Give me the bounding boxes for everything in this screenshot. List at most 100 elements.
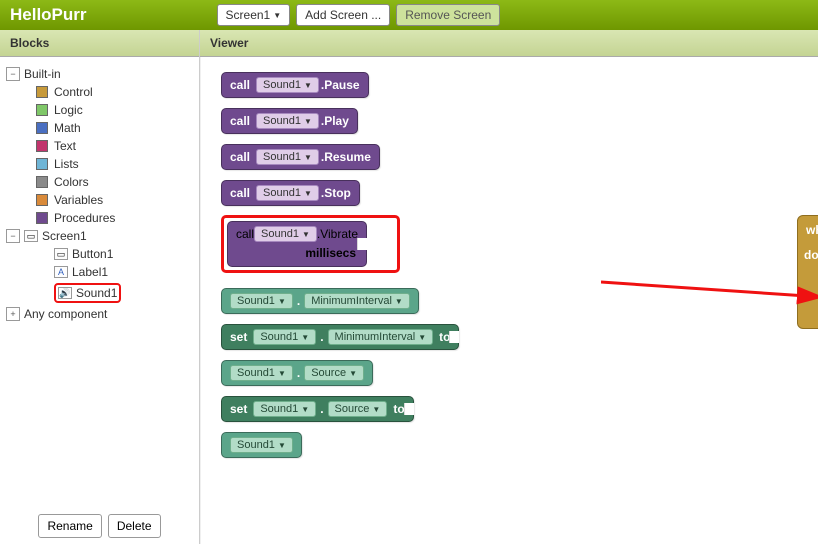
tree-component-label: Sound1	[76, 286, 117, 300]
sound-chip-label: Sound1	[237, 439, 275, 451]
get-source-block[interactable]: Sound1▼ . Source▼	[221, 360, 373, 386]
logic-color-icon	[36, 104, 48, 116]
dot-label: .	[320, 402, 323, 416]
tree-screen-label: Screen1	[42, 229, 87, 243]
sound-dropdown[interactable]: Sound1▼	[230, 437, 293, 453]
screen-selector[interactable]: Screen1 ▼	[217, 4, 291, 26]
set-keyword: set	[230, 402, 247, 416]
call-keyword: call	[230, 114, 250, 128]
tree-item-variables[interactable]: Variables	[6, 191, 193, 209]
caret-down-icon: ▼	[395, 297, 403, 306]
prop-chip-label: MinimumInterval	[335, 331, 416, 343]
caret-down-icon: ▼	[304, 189, 312, 198]
call-keyword: call	[230, 78, 250, 92]
sound-component-block[interactable]: Sound1▼	[221, 432, 302, 458]
add-screen-button[interactable]: Add Screen ...	[296, 4, 390, 26]
caret-down-icon: ▼	[349, 369, 357, 378]
method-label: .Pause	[321, 78, 360, 92]
delete-button[interactable]: Delete	[108, 514, 161, 538]
tree-component-label: Label1	[72, 265, 108, 279]
caret-down-icon: ▼	[304, 81, 312, 90]
property-dropdown[interactable]: Source▼	[328, 401, 388, 417]
caret-down-icon: ▼	[301, 333, 309, 342]
tree-screen[interactable]: − ▭ Screen1	[6, 227, 193, 245]
property-dropdown[interactable]: MinimumInterval▼	[304, 293, 410, 309]
caret-down-icon: ▼	[278, 297, 286, 306]
caret-down-icon: ▼	[301, 405, 309, 414]
tree-item-label: Text	[54, 139, 76, 153]
sound-chip-label: Sound1	[263, 115, 301, 127]
sound-dropdown[interactable]: Sound1▼	[256, 149, 319, 165]
collapse-icon[interactable]: −	[6, 229, 20, 243]
caret-down-icon: ▼	[302, 230, 310, 239]
tree-item-control[interactable]: Control	[6, 83, 193, 101]
tree-any-component-label: Any component	[24, 307, 107, 321]
sound-chip-label: Sound1	[263, 79, 301, 91]
viewer-workspace[interactable]: call Sound1▼ .Pause call Sound1▼ .Play c…	[200, 57, 818, 544]
method-label: .Stop	[321, 186, 351, 200]
rename-button[interactable]: Rename	[38, 514, 101, 538]
sound-dropdown[interactable]: Sound1▼	[253, 401, 316, 417]
tree-component-label: Button1	[72, 247, 113, 261]
tree-builtin[interactable]: − Built-in	[6, 65, 193, 83]
set-mininterval-block[interactable]: set Sound1▼ . MinimumInterval▼ to	[221, 324, 459, 350]
viewer-panel: Viewer call Sound1▼ .Pause call Sound1▼ …	[200, 30, 818, 544]
prop-chip-label: Source	[311, 367, 346, 379]
remove-screen-button[interactable]: Remove Screen	[396, 4, 500, 26]
get-mininterval-block[interactable]: Sound1▼ . MinimumInterval▼	[221, 288, 419, 314]
tree-item-procedures[interactable]: Procedures	[6, 209, 193, 227]
collapse-icon[interactable]: −	[6, 67, 20, 81]
sound-chip-label: Sound1	[263, 151, 301, 163]
dot-label: .	[297, 294, 300, 308]
call-keyword: call	[230, 186, 250, 200]
input-notch-icon	[357, 238, 367, 250]
call-sound-stop-block[interactable]: call Sound1▼ .Stop	[221, 180, 360, 206]
method-label: .Vibrate	[317, 227, 358, 241]
sound-dropdown[interactable]: Sound1▼	[256, 113, 319, 129]
tree-item-lists[interactable]: Lists	[6, 155, 193, 173]
annotation-arrow-icon	[601, 252, 818, 312]
tree-item-label: Math	[54, 121, 81, 135]
call-sound-resume-block[interactable]: call Sound1▼ .Resume	[221, 144, 380, 170]
blocks-panel: Blocks − Built-in Control Logic Math	[0, 30, 200, 544]
call-keyword: call	[230, 150, 250, 164]
procedures-color-icon	[36, 212, 48, 224]
tree-item-colors[interactable]: Colors	[6, 173, 193, 191]
blocks-panel-header: Blocks	[0, 30, 199, 57]
tree-item-text[interactable]: Text	[6, 137, 193, 155]
tree-any-component[interactable]: + Any component	[6, 305, 193, 323]
main-area: Blocks − Built-in Control Logic Math	[0, 30, 818, 544]
caret-down-icon: ▼	[372, 405, 380, 414]
tree-component-sound1[interactable]: 🔊 Sound1	[6, 281, 193, 305]
sound-dropdown[interactable]: Sound1▼	[254, 226, 317, 242]
when-button-click-block[interactable]: when Button1▼ .Click do call Sound1▼ .Pl…	[797, 215, 818, 329]
do-keyword: do	[804, 242, 818, 322]
property-dropdown[interactable]: Source▼	[304, 365, 364, 381]
method-label: .Resume	[321, 150, 371, 164]
tree-item-math[interactable]: Math	[6, 119, 193, 137]
tree-component-button1[interactable]: ▭ Button1	[6, 245, 193, 263]
call-sound-vibrate-block[interactable]: call Sound1▼ .Vibrate millisecs	[227, 221, 367, 267]
expand-icon[interactable]: +	[6, 307, 20, 321]
call-sound-play-block[interactable]: call Sound1▼ .Play	[221, 108, 358, 134]
sound-dropdown[interactable]: Sound1▼	[256, 77, 319, 93]
add-screen-label: Add Screen ...	[305, 8, 381, 22]
top-bar: HelloPurr Screen1 ▼ Add Screen ... Remov…	[0, 0, 818, 30]
sound-dropdown[interactable]: Sound1▼	[230, 365, 293, 381]
set-source-block[interactable]: set Sound1▼ . Source▼ to	[221, 396, 414, 422]
tree-item-logic[interactable]: Logic	[6, 101, 193, 119]
call-sound-pause-block[interactable]: call Sound1▼ .Pause	[221, 72, 369, 98]
set-keyword: set	[230, 330, 247, 344]
millisecs-arg-label: millisecs	[236, 242, 358, 262]
sound-dropdown[interactable]: Sound1▼	[256, 185, 319, 201]
tree-item-label: Colors	[54, 175, 89, 189]
tree-component-label1[interactable]: A Label1	[6, 263, 193, 281]
sound-dropdown[interactable]: Sound1▼	[230, 293, 293, 309]
lists-color-icon	[36, 158, 48, 170]
property-dropdown[interactable]: MinimumInterval▼	[328, 329, 434, 345]
tree-item-label: Variables	[54, 193, 103, 207]
sound-chip-label: Sound1	[260, 331, 298, 343]
sound-dropdown[interactable]: Sound1▼	[253, 329, 316, 345]
sound-block-drawer: call Sound1▼ .Pause call Sound1▼ .Play c…	[221, 67, 461, 463]
text-color-icon	[36, 140, 48, 152]
